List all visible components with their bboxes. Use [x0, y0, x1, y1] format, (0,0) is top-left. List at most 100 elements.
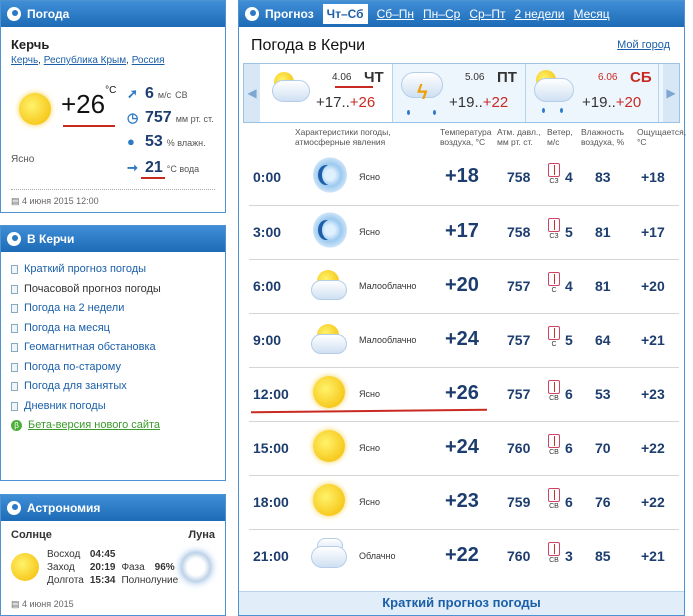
highlight-underline	[63, 125, 115, 127]
cloud-icon	[534, 78, 574, 102]
weather-panel-header: Погода	[1, 1, 225, 27]
col-header-wind: Ветер, м/с	[547, 127, 573, 147]
col-header-feels: Ощущается, °С	[637, 127, 687, 147]
forecast-header-title: Прогноз	[245, 7, 314, 21]
page-icon	[11, 382, 18, 392]
tab-sat-mon[interactable]: Сб–Пн	[377, 7, 414, 21]
page-icon	[11, 343, 18, 353]
table-row: 9:00 Малооблачно +24 757 С 5 64 +21	[249, 313, 679, 367]
weather-logo-icon	[7, 501, 21, 515]
day-card[interactable]: ϟ 5.06 ПТ +19..+22	[393, 64, 526, 122]
short-forecast-link[interactable]: Краткий прогноз погоды	[239, 591, 684, 615]
day-card[interactable]: 4.06 ЧТ +17..+26	[260, 64, 393, 122]
col-header-pressure: Атм. давл., мм рт. ст.	[497, 127, 541, 147]
kerch-menu: Краткий прогноз погоды Почасовой прогноз…	[11, 260, 161, 436]
pressure-row: ◷ 757 мм рт. ст.	[127, 109, 214, 126]
page-icon	[11, 284, 18, 294]
weather-date: ▤ 4 июня 2015 12:00	[11, 196, 99, 206]
rain-drop-icon	[407, 110, 410, 115]
wind-direction-icon: СВ	[547, 380, 561, 403]
tab-two-weeks[interactable]: 2 недели	[514, 7, 564, 21]
wind-direction-icon: С	[547, 326, 561, 349]
menu-item-busy[interactable]: Погода для занятых	[11, 377, 161, 397]
in-kerch-panel: В Керчи Краткий прогноз погоды Почасовой…	[0, 225, 226, 481]
astro-date: ▤ 4 июня 2015	[11, 599, 74, 609]
current-weather-panel: Погода Керчь Керчь, Республика Крым, Рос…	[0, 0, 226, 213]
tab-thu-sat[interactable]: Чт–Сб	[322, 4, 368, 24]
hourly-table: 0:00 Ясно +18 758 СЗ 4 83 +18 3:00 Ясно …	[249, 151, 679, 583]
partly-cloudy-icon	[311, 320, 347, 356]
partly-cloudy-icon	[311, 266, 347, 302]
highlight-underline	[250, 408, 488, 414]
humidity-drop-icon: ●	[127, 134, 135, 149]
forecast-tabs: Прогноз Чт–Сб Сб–Пн Пн–Ср Ср–Пт 2 недели…	[239, 1, 684, 27]
lightning-icon: ϟ	[417, 82, 428, 104]
wind-direction-icon: СВ	[547, 434, 561, 457]
wind-direction-icon: СВ	[547, 488, 561, 511]
sun-icon	[19, 93, 51, 125]
page-icon	[11, 304, 18, 314]
weather-logo-icon	[245, 7, 259, 21]
moon-label: Луна	[188, 529, 215, 541]
wind-direction-icon: СЗ	[547, 218, 561, 241]
kerch-panel-header: В Керчи	[1, 226, 225, 252]
rain-drop-icon	[542, 108, 545, 113]
chevron-right-icon[interactable]: ▶	[663, 64, 679, 122]
tab-wed-fri[interactable]: Ср–Пт	[469, 7, 505, 21]
moon-clear-icon	[311, 157, 347, 193]
weather-logo-icon	[7, 7, 21, 21]
menu-item-month[interactable]: Погода на месяц	[11, 319, 161, 339]
menu-item-geomagnetic[interactable]: Геомагнитная обстановка	[11, 338, 161, 358]
wind-direction-icon: СЗ	[547, 163, 561, 186]
sun-icon	[311, 374, 347, 410]
sun-icon	[11, 553, 39, 581]
sun-icon	[311, 482, 347, 518]
highlight-underline	[335, 86, 373, 88]
my-city-link[interactable]: Мой город	[617, 39, 670, 51]
city-name: Керчь	[11, 37, 50, 52]
tab-mon-wed[interactable]: Пн–Ср	[423, 7, 460, 21]
table-row: 3:00 Ясно +17 758 СЗ 5 81 +17	[249, 205, 679, 259]
current-condition: Ясно	[11, 154, 35, 165]
tab-month[interactable]: Месяц	[573, 7, 609, 21]
weather-logo-icon	[7, 232, 21, 246]
region-link-country[interactable]: Россия	[132, 55, 165, 66]
chevron-left-icon[interactable]: ◀	[244, 64, 260, 122]
menu-item-two-weeks[interactable]: Погода на 2 недели	[11, 299, 161, 319]
menu-item-old-style[interactable]: Погода по-старому	[11, 358, 161, 378]
day-selector: ◀ 4.06 ЧТ +17..+26 ϟ 5.06 ПТ +19..+22 6.…	[243, 63, 680, 123]
day-card[interactable]: 6.06 СБ +19..+20	[526, 64, 659, 122]
astro-table: Восход 04:45 Заход 20:19 Фаза 96% Долгота 15:…	[47, 549, 179, 586]
moon-clear-icon	[311, 212, 347, 248]
col-header-temp: Температура воздуха, °С	[440, 127, 492, 147]
page-icon	[11, 401, 18, 411]
wind-direction-icon: СВ	[547, 542, 561, 565]
menu-item-hourly-forecast[interactable]: Почасовой прогноз погоды	[11, 280, 161, 300]
region-link-republic[interactable]: Республика Крым	[44, 55, 126, 66]
weather-panel-title: Погода	[27, 7, 70, 21]
table-row: 6:00 Малооблачно +20 757 С 4 81 +20	[249, 259, 679, 313]
water-wave-icon: ➞	[127, 160, 138, 175]
sun-icon	[311, 428, 347, 464]
water-temp-row: ➞ 21 °С вода	[127, 159, 200, 176]
divider	[11, 189, 215, 190]
table-row: 12:00 Ясно +26 757 СВ 6 53 +23	[249, 367, 679, 421]
humidity-row: ● 53% влажн.	[127, 133, 206, 150]
col-header-humidity: Влажность воздуха, %	[581, 127, 625, 147]
region-breadcrumb: Керчь, Республика Крым, Россия	[11, 55, 165, 66]
astro-panel-header: Астрономия	[1, 495, 225, 521]
menu-item-diary[interactable]: Дневник погоды	[11, 397, 161, 417]
cloudy-icon	[311, 536, 347, 572]
region-link-city[interactable]: Керчь	[11, 55, 38, 66]
menu-item-short-forecast[interactable]: Краткий прогноз погоды	[11, 260, 161, 280]
page-icon	[11, 323, 18, 333]
table-row: 15:00 Ясно +24 760 СВ 6 70 +22	[249, 421, 679, 475]
pressure-gauge-icon: ◷	[127, 110, 139, 125]
table-row: 0:00 Ясно +18 758 СЗ 4 83 +18	[249, 151, 679, 205]
table-row: 18:00 Ясно +23 759 СВ 6 76 +22	[249, 475, 679, 529]
astro-panel-title: Астрономия	[27, 501, 101, 515]
menu-item-beta[interactable]: β Бета-версия нового сайта	[11, 416, 161, 436]
forecast-panel: Прогноз Чт–Сб Сб–Пн Пн–Ср Ср–Пт 2 недели…	[238, 0, 687, 616]
rain-drop-icon	[433, 110, 436, 115]
current-temperature: +26°C	[61, 85, 117, 119]
